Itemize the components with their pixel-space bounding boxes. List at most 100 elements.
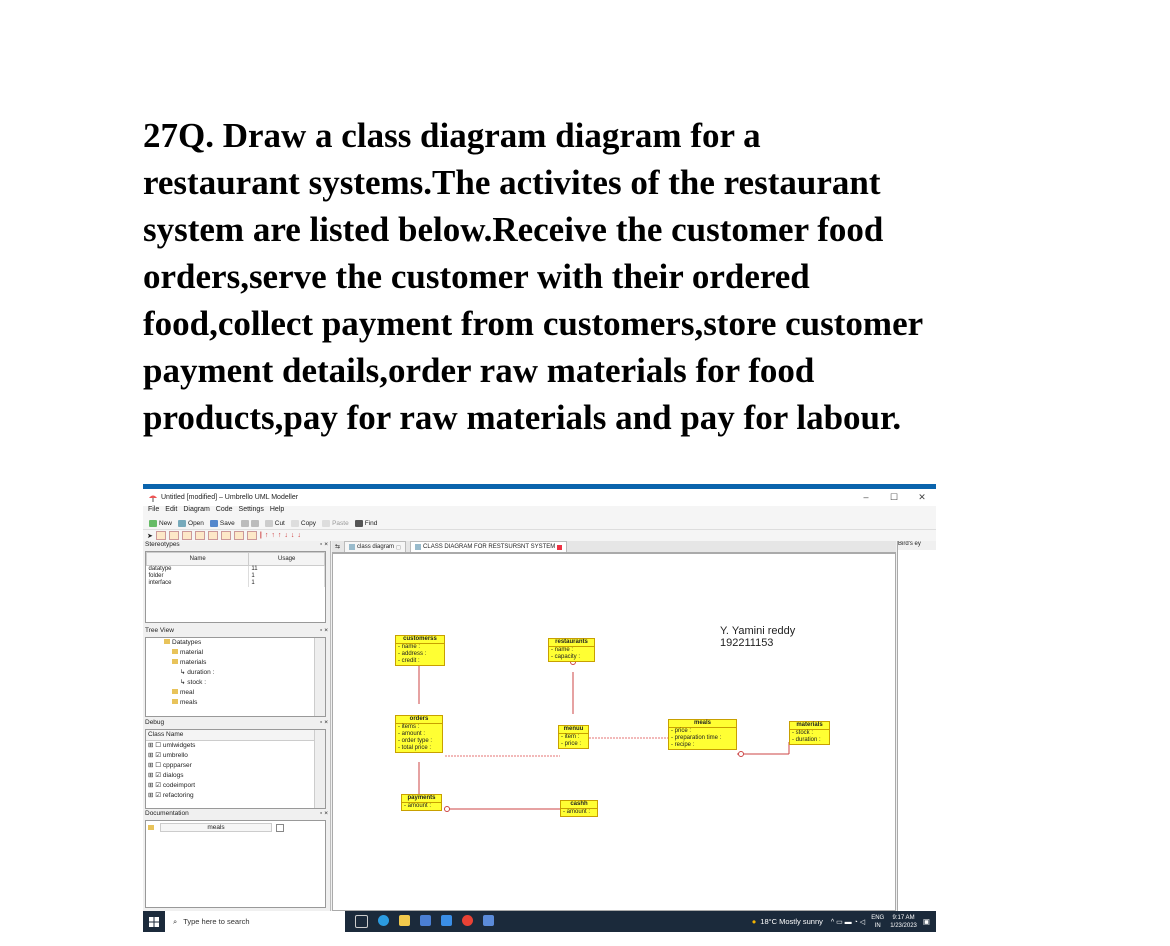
taskbar-search-box[interactable]: ⌕ Type here to search — [165, 911, 345, 932]
weather-widget[interactable]: ● 18°C Mostly sunny — [752, 917, 823, 926]
tab-restaurant-diagram[interactable]: CLASS DIAGRAM FOR RESTSURSNT SYSTEM — [410, 541, 568, 552]
paste-button[interactable]: Paste — [322, 519, 349, 527]
tree-item[interactable]: materials — [164, 658, 325, 668]
copy-button[interactable]: Copy — [290, 519, 316, 527]
language-indicator[interactable]: ENG IN — [871, 914, 884, 930]
class-meals[interactable]: meals - price : - preparation time : - r… — [668, 719, 737, 750]
debug-item[interactable]: ⊞ ☑ dialogs — [146, 771, 325, 781]
menu-edit[interactable]: Edit — [165, 506, 177, 517]
find-button[interactable]: Find — [354, 519, 377, 527]
class-materials[interactable]: materials - stock : - duration : — [789, 721, 830, 745]
file-explorer-icon[interactable] — [399, 915, 410, 926]
tab-close-icon[interactable]: ◻ — [396, 544, 401, 551]
column-header-name[interactable]: Name — [146, 552, 250, 566]
anchor-tool-icon[interactable]: ↓ — [297, 532, 301, 539]
documentation-checkbox[interactable] — [276, 823, 284, 832]
menu-settings[interactable]: Settings — [239, 506, 264, 517]
dock-close-icon[interactable]: ▫ × — [320, 627, 328, 636]
diagram-canvas[interactable]: customerss - name : - address : - credit… — [332, 553, 896, 911]
package-tool-icon[interactable] — [168, 531, 179, 540]
note-tool-icon[interactable] — [181, 531, 192, 540]
tree-item[interactable]: Datatypes — [164, 638, 325, 648]
menu-code[interactable]: Code — [216, 506, 233, 517]
question-line: restaurant systems.The activites of the … — [143, 163, 881, 202]
windows-start-icon[interactable] — [143, 916, 165, 927]
windows-taskbar: ⌕ Type here to search ● 18°C Mostly sunn… — [143, 911, 936, 932]
enum-tool-icon[interactable] — [220, 531, 231, 540]
debug-item[interactable]: ⊞ ☑ refactoring — [146, 791, 325, 801]
datatype-tool-icon[interactable] — [207, 531, 218, 540]
stereotype-usage: 1 — [248, 573, 325, 580]
class-icon — [172, 649, 178, 654]
class-tool-icon[interactable] — [155, 531, 166, 540]
class-payments[interactable]: payments - amount : — [401, 794, 442, 811]
chrome-icon[interactable] — [462, 915, 473, 926]
umbrello-taskbar-icon[interactable] — [483, 915, 494, 926]
maximize-button[interactable]: ☐ — [880, 489, 908, 506]
save-button[interactable]: Save — [209, 519, 235, 527]
dock-close-icon[interactable]: ▫ × — [320, 810, 328, 819]
tree-scrollbar[interactable] — [314, 638, 325, 716]
debug-item[interactable]: ⊞ ☐ cppparser — [146, 761, 325, 771]
debug-scrollbar[interactable] — [314, 730, 325, 808]
tray-icons[interactable]: ^ ▭ ▬ ◔ ◁ — [831, 918, 865, 926]
cut-button[interactable]: Cut — [264, 519, 285, 527]
class-menuu[interactable]: menuu - item : - price : — [558, 725, 589, 749]
undo-redo-buttons[interactable] — [240, 519, 259, 527]
tab-class-diagram[interactable]: class diagram ◻ — [344, 541, 407, 552]
class-restaurants[interactable]: restaurants - name : - capacity : — [548, 638, 595, 662]
table-row[interactable]: datatype 11 — [146, 565, 325, 573]
notification-icon[interactable]: ▣ — [923, 917, 930, 926]
tree-item[interactable]: material — [164, 648, 325, 658]
class-customerss[interactable]: customerss - name : - address : - credit… — [395, 635, 445, 666]
new-button[interactable]: New — [149, 519, 172, 527]
title-bar: Untitled [modified] – Umbrello UML Model… — [143, 489, 936, 506]
store-icon[interactable] — [420, 915, 431, 926]
open-button[interactable]: Open — [178, 519, 204, 527]
debug-item[interactable]: ⊞ ☐ umlwidgets — [146, 741, 325, 751]
birds-eye-title: Bird's ey — [898, 541, 936, 550]
dependency-tool-icon[interactable]: ↑ — [271, 532, 275, 539]
containment-tool-icon[interactable]: ↓ — [291, 532, 295, 539]
menu-help[interactable]: Help — [270, 506, 284, 517]
tree-item[interactable]: ↳ stock : — [164, 678, 325, 688]
dock-close-icon[interactable]: ▫ × — [320, 719, 328, 728]
column-header-usage[interactable]: Usage — [248, 552, 325, 566]
generalization-tool-icon[interactable]: ↑ — [265, 532, 269, 539]
select-tool-icon[interactable]: ➤ — [147, 532, 153, 540]
debug-item[interactable]: ⊞ ☑ umbrello — [146, 751, 325, 761]
mail-icon[interactable] — [441, 915, 452, 926]
composition-tool-icon[interactable]: ↓ — [284, 532, 288, 539]
tree-item[interactable]: meals — [164, 698, 325, 708]
table-row[interactable]: interface 1 — [146, 580, 325, 587]
class-cashh[interactable]: cashh - amount : — [560, 800, 598, 817]
class-attribute: - duration : — [792, 737, 821, 743]
window-title: Untitled [modified] – Umbrello UML Model… — [161, 494, 299, 501]
class-orders[interactable]: orders - items : - amount : - order type… — [395, 715, 443, 753]
aggregation-tool-icon[interactable]: ↑ — [278, 532, 282, 539]
close-button[interactable]: ✕ — [908, 489, 936, 506]
interface-tool-icon[interactable] — [194, 531, 205, 540]
entity-tool-icon[interactable] — [233, 531, 244, 540]
menu-file[interactable]: File — [148, 506, 159, 517]
umbrello-screenshot: Untitled [modified] – Umbrello UML Model… — [143, 484, 936, 932]
tab-bar-icon[interactable]: ⇆ — [332, 543, 340, 550]
diagram-tabs: ⇆ class diagram ◻ CLASS DIAGRAM FOR RESTS… — [332, 541, 896, 553]
debug-item-label: cppparser — [162, 762, 192, 769]
edge-icon[interactable] — [378, 915, 389, 926]
tree-item[interactable]: meal — [164, 688, 325, 698]
task-view-icon[interactable] — [355, 915, 368, 928]
dock-close-icon[interactable]: ▫ × — [320, 541, 328, 550]
tab-close-icon[interactable] — [557, 544, 563, 550]
minimize-button[interactable]: – — [852, 489, 880, 506]
box-tool-icon[interactable] — [246, 531, 257, 540]
debug-column-header[interactable]: Class Name — [146, 730, 325, 741]
association-tool-icon[interactable]: | — [260, 532, 262, 539]
menu-diagram[interactable]: Diagram — [183, 506, 209, 517]
table-row[interactable]: folder 1 — [146, 573, 325, 580]
clock[interactable]: 9:17 AM 1/23/2023 — [890, 914, 917, 930]
debug-item-label: codeimport — [162, 782, 196, 789]
debug-item[interactable]: ⊞ ☑ codeimport — [146, 781, 325, 791]
documentation-name-field[interactable]: meals — [160, 823, 272, 832]
tree-item[interactable]: ↳ duration : — [164, 668, 325, 678]
